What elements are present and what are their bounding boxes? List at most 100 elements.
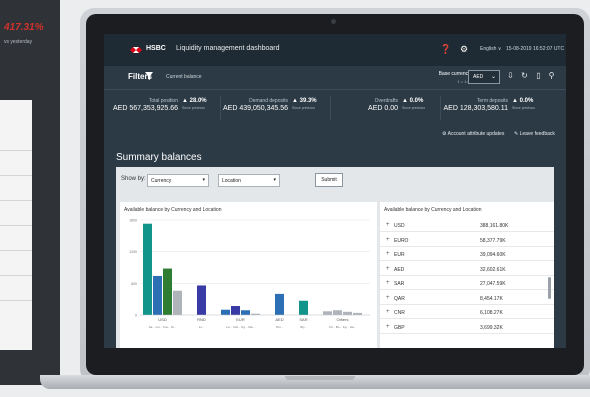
expand-icon[interactable]: + (386, 295, 390, 301)
chart-bar[interactable] (231, 306, 240, 315)
x-category-label: Others (336, 317, 348, 322)
show-by-label: Show by: (121, 176, 146, 182)
chart-bar[interactable] (153, 275, 162, 315)
list-item[interactable]: + EURO 58,377.79K (380, 235, 554, 247)
currency-code: CNR (394, 310, 405, 316)
currency-value: 58,377.79K (480, 237, 506, 244)
expand-icon[interactable]: + (386, 324, 390, 330)
chevron-down-icon: ▾ (273, 177, 276, 183)
chart-card: Available balance by Currency and Locati… (120, 202, 377, 348)
currency-code: EUR (394, 252, 405, 258)
currency-value: 8,454.17K (480, 295, 503, 302)
x-subcategory-label: Lvi... Gdi... Kg... Ma... (226, 325, 255, 329)
kpi-divider (220, 96, 221, 120)
show-by-select[interactable]: Currency ▾ (147, 174, 209, 187)
list-item[interactable]: + EUR 39,094.60K (380, 249, 554, 261)
funnel-icon[interactable] (145, 72, 153, 80)
chart-bar[interactable] (197, 285, 206, 315)
summary-panel: Show by: Currency ▾ Location ▾ Submit Avai… (116, 167, 554, 348)
refresh-icon[interactable]: ↻ (520, 71, 529, 80)
chart-bar[interactable] (241, 310, 250, 315)
kpi-term-deposits: Term deposits AED 128,303,580.11 ▲ 0.0% … (443, 98, 535, 112)
kpi-demand-deposits: Demand deposits AED 439,050,345.56 ▲ 39.… (223, 98, 317, 112)
chart-bar[interactable] (333, 310, 342, 315)
list-item[interactable]: + CNR 6,108.27K (380, 307, 554, 319)
chart-bar[interactable] (163, 268, 172, 315)
list-item[interactable]: + QAR 8,454.17K (380, 293, 554, 305)
y-tick-label: 600 (131, 282, 137, 286)
x-subcategory-label: Rly... (300, 325, 307, 329)
list-card: Available balance by Currency and Locati… (380, 202, 554, 348)
currency-code: AED (394, 266, 405, 273)
base-currency-unit: 1 = 1.00 (457, 79, 472, 84)
chart-bar[interactable] (275, 293, 284, 315)
app-screen: HSBC Liquidity management dashboard ❓ ⚙ … (104, 34, 566, 348)
chart-bar[interactable] (173, 290, 182, 315)
expand-icon[interactable]: + (386, 266, 390, 272)
laptop-notch (285, 376, 355, 380)
expand-icon[interactable]: + (386, 222, 390, 228)
y-tick-label: 1200 (129, 250, 137, 254)
y-tick-label: 1800 (129, 219, 137, 223)
mobile-icon[interactable]: ▯ (534, 71, 543, 80)
list-item[interactable]: + USD 388,161.80K (380, 220, 554, 232)
submit-button[interactable]: Submit (315, 173, 343, 187)
background-subtext: vs yesterday (4, 39, 33, 45)
feedback-link[interactable]: ✎ Leave feedback (514, 131, 555, 137)
list-item[interactable]: + AED 32,602.61K (380, 264, 554, 276)
expand-icon[interactable]: + (386, 237, 390, 243)
location-select[interactable]: Location ▾ (218, 174, 280, 187)
chart-bar[interactable] (323, 311, 332, 315)
currency-value: 388,161.80K (480, 223, 509, 229)
kpi-overdrafts: Overdrafts AED 0.00 ▲ 0.0% Since previou… (368, 98, 425, 112)
currency-select[interactable]: AED ⌄ (468, 70, 500, 84)
chart-bar[interactable] (353, 312, 362, 315)
x-category-label: RND (197, 317, 206, 322)
currency-code: SAR (394, 281, 405, 287)
hsbc-logo-icon (130, 47, 142, 53)
x-subcategory-label: Cli... Bu... Kg... Ha... (329, 325, 356, 329)
bar-chart: 1800 1200 600 0 USD Sa... Lvi... Cra... Oi...… (129, 219, 370, 329)
summary-title: Summary balances (116, 152, 202, 163)
search-icon[interactable]: ⚲ (547, 71, 556, 80)
account-attribute-link[interactable]: ⚙ Account attribute updates (442, 131, 504, 137)
x-subcategory-label: Lv... (199, 325, 205, 329)
chart-bar[interactable] (221, 309, 230, 315)
x-category-label: SAR (299, 317, 307, 322)
expand-icon[interactable]: + (386, 309, 390, 315)
chart-bar[interactable] (143, 223, 152, 315)
x-subcategory-label: Sa... Lvi... Cra... Oi... (149, 325, 177, 329)
kpi-divider (330, 96, 331, 120)
timestamp: 15-08-2019 16:52:07 UTC (506, 46, 565, 52)
expand-icon[interactable]: + (386, 280, 390, 286)
x-category-label: AED (275, 317, 283, 322)
current-filter: Current balance (166, 74, 202, 80)
chart-bar[interactable] (299, 300, 308, 315)
currency-value: 6,108.27K (480, 310, 503, 316)
gear-icon[interactable]: ⚙ (459, 44, 469, 54)
brand-name: HSBC (146, 45, 166, 52)
language-select[interactable]: English ∨ (480, 46, 501, 52)
scrollbar[interactable] (548, 277, 551, 299)
currency-value: AED (473, 74, 484, 80)
currency-code: EURO (394, 237, 409, 244)
background-device: 417.31% vs yesterday (0, 0, 60, 385)
currency-value: 3,699.32K (480, 324, 503, 331)
background-figure: 417.31% (4, 22, 44, 33)
x-category-label: USD (158, 317, 167, 322)
y-tick-label: 0 (135, 314, 137, 318)
chart-bar[interactable] (343, 311, 352, 315)
webcam (331, 19, 336, 24)
top-bar: HSBC Liquidity management dashboard ❓ ⚙ … (104, 34, 566, 66)
list-title: Available balance by Currency and Locati… (384, 207, 482, 213)
chevron-down-icon: ▾ (202, 177, 205, 183)
background-panel (0, 100, 32, 350)
export-icon[interactable]: ⇩ (506, 71, 515, 80)
help-icon[interactable]: ❓ (440, 44, 451, 54)
list-item[interactable]: + SAR 27,047.59K (380, 278, 554, 290)
kpi-divider (440, 96, 441, 120)
list-item[interactable]: + GBP 3,699.32K (380, 322, 554, 334)
currency-code: QAR (394, 295, 405, 302)
expand-icon[interactable]: + (386, 251, 390, 257)
divider (104, 89, 566, 90)
